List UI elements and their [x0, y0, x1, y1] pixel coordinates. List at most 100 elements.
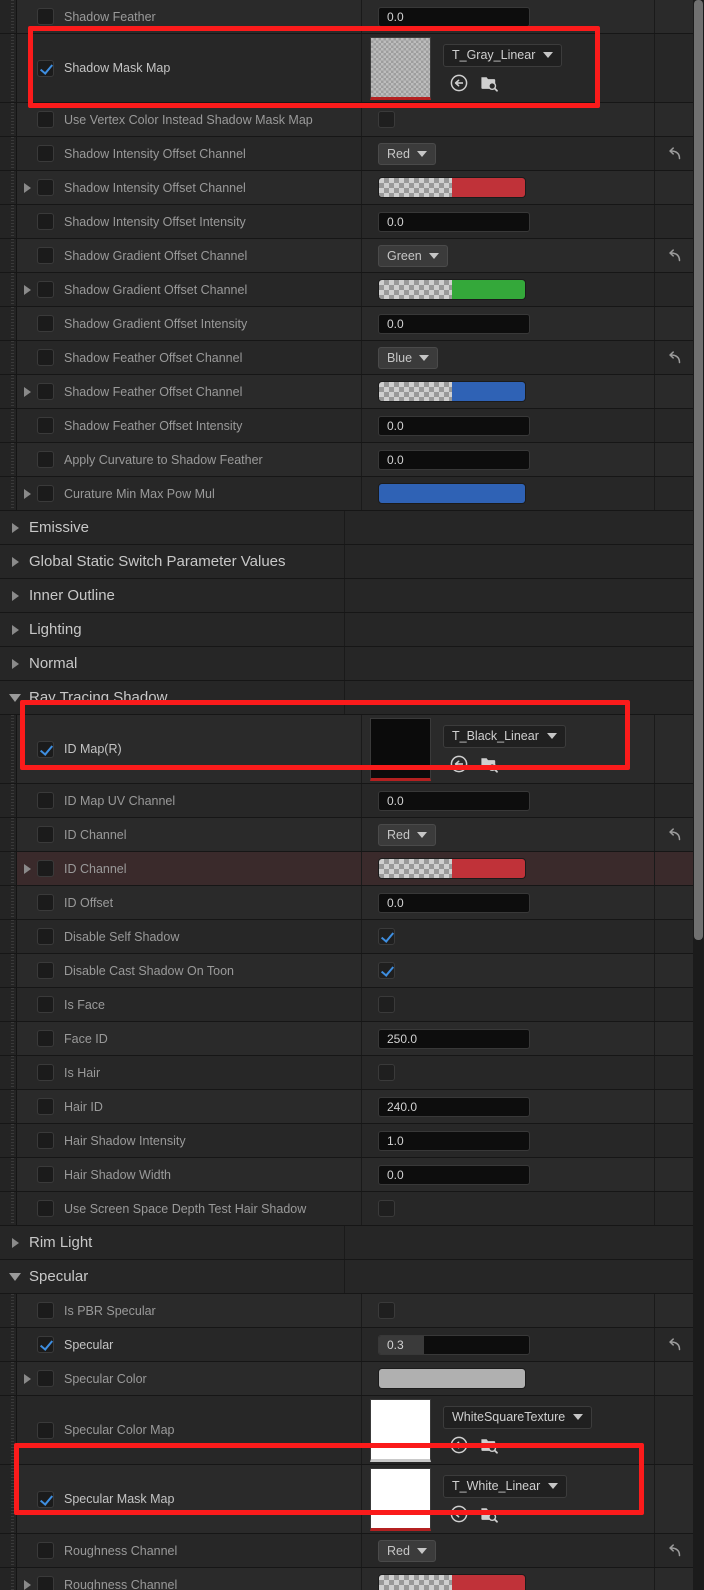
value-checkbox-is-hair[interactable] — [378, 1064, 395, 1081]
override-checkbox-roughness-channel-color[interactable] — [37, 1576, 54, 1590]
category-header-lighting[interactable]: Lighting — [0, 613, 693, 647]
value-checkbox-disable-self-shadow[interactable] — [378, 928, 395, 945]
override-checkbox-shadow-gradient-offset-intensity[interactable] — [37, 315, 54, 332]
row-expander-id-channel-color[interactable] — [17, 863, 37, 874]
reset-to-default-icon[interactable] — [665, 349, 683, 367]
texture-thumbnail-id-map-r[interactable] — [370, 717, 431, 781]
category-header-emissive[interactable]: Emissive — [0, 511, 693, 545]
number-field-specular-value[interactable]: 0.3 — [378, 1334, 530, 1355]
property-row-shadow-gradient-offset-channel-enum[interactable]: Shadow Gradient Offset Channel Green — [0, 239, 693, 273]
override-checkbox-hair-id[interactable] — [37, 1098, 54, 1115]
property-row-shadow-feather[interactable]: Shadow Feather 0.0 — [0, 0, 693, 34]
property-row-shadow-feather-offset-intensity[interactable]: Shadow Feather Offset Intensity 0.0 — [0, 409, 693, 443]
reset-to-default-icon[interactable] — [665, 145, 683, 163]
category-expander-lighting[interactable] — [5, 624, 25, 635]
number-field-id-map-uv-channel[interactable]: 0.0 — [378, 790, 530, 811]
texture-thumbnail-specular-color-map[interactable] — [370, 1398, 431, 1462]
override-checkbox-shadow-intensity-offset-intensity[interactable] — [37, 213, 54, 230]
override-checkbox-shadow-intensity-offset-channel-enum[interactable] — [37, 145, 54, 162]
property-row-is-pbr-specular[interactable]: Is PBR Specular — [0, 1294, 693, 1328]
asset-picker-specular-mask-map[interactable]: T_White_Linear — [443, 1474, 568, 1498]
override-checkbox-id-channel-color[interactable] — [37, 860, 54, 877]
override-checkbox-shadow-mask-map[interactable] — [37, 59, 54, 77]
value-checkbox-disable-cast-shadow-on-toon[interactable] — [378, 962, 395, 979]
color-swatch-specular-color[interactable] — [378, 1368, 526, 1389]
override-checkbox-shadow-feather[interactable] — [37, 8, 54, 25]
enum-dropdown-id-channel-enum[interactable]: Red — [378, 823, 436, 846]
color-swatch-shadow-gradient-offset-channel-color[interactable] — [378, 279, 526, 300]
reset-cell[interactable] — [655, 341, 693, 374]
reset-to-default-icon[interactable] — [665, 826, 683, 844]
number-field-shadow-feather-offset-intensity[interactable]: 0.0 — [378, 415, 530, 436]
row-expander-shadow-gradient-offset-channel-color[interactable] — [17, 284, 37, 295]
scrollbar-thumb[interactable] — [694, 0, 703, 940]
number-field-shadow-intensity-offset-intensity[interactable]: 0.0 — [378, 211, 530, 232]
property-row-id-channel-enum[interactable]: ID Channel Red — [0, 818, 693, 852]
property-row-shadow-intensity-offset-channel-color[interactable]: Shadow Intensity Offset Channel — [0, 171, 693, 205]
browse-to-asset-icon[interactable] — [449, 1435, 469, 1455]
property-row-hair-shadow-width[interactable]: Hair Shadow Width 0.0 — [0, 1158, 693, 1192]
value-checkbox-is-pbr-specular[interactable] — [378, 1302, 395, 1319]
property-row-roughness-channel-color[interactable]: Roughness Channel — [0, 1568, 693, 1590]
override-checkbox-id-map-r[interactable] — [37, 740, 54, 758]
override-checkbox-specular-color-map[interactable] — [37, 1421, 54, 1439]
value-checkbox-use-screen-space-depth-test-hair-shadow[interactable] — [378, 1200, 395, 1217]
category-header-specular[interactable]: Specular — [0, 1260, 693, 1294]
override-checkbox-roughness-channel-enum[interactable] — [37, 1542, 54, 1559]
category-expander-emissive[interactable] — [5, 522, 25, 533]
asset-picker-shadow-mask-map[interactable]: T_Gray_Linear — [443, 43, 563, 67]
override-checkbox-id-offset[interactable] — [37, 894, 54, 911]
override-checkbox-apply-curvature-to-shadow-feather[interactable] — [37, 451, 54, 468]
color-swatch-roughness-channel-color[interactable] — [378, 1574, 526, 1590]
category-header-inner-outline[interactable]: Inner Outline — [0, 579, 693, 613]
override-checkbox-disable-cast-shadow-on-toon[interactable] — [37, 962, 54, 979]
color-swatch-id-channel-color[interactable] — [378, 858, 526, 879]
override-checkbox-is-face[interactable] — [37, 996, 54, 1013]
asset-picker-id-map-r[interactable]: T_Black_Linear — [443, 724, 566, 748]
property-row-shadow-intensity-offset-channel-enum[interactable]: Shadow Intensity Offset Channel Red — [0, 137, 693, 171]
property-row-is-hair[interactable]: Is Hair — [0, 1056, 693, 1090]
number-field-hair-id[interactable]: 240.0 — [378, 1096, 530, 1117]
number-field-face-id[interactable]: 250.0 — [378, 1028, 530, 1049]
category-header-global-static-switch-parameter-values[interactable]: Global Static Switch Parameter Values — [0, 545, 693, 579]
reset-cell[interactable] — [655, 1328, 693, 1361]
override-checkbox-shadow-feather-offset-intensity[interactable] — [37, 417, 54, 434]
property-row-specular-color[interactable]: Specular Color — [0, 1362, 693, 1396]
asset-picker-specular-color-map[interactable]: WhiteSquareTexture — [443, 1405, 593, 1429]
property-row-hair-id[interactable]: Hair ID 240.0 — [0, 1090, 693, 1124]
enum-dropdown-shadow-gradient-offset-channel-enum[interactable]: Green — [378, 244, 448, 267]
property-row-use-screen-space-depth-test-hair-shadow[interactable]: Use Screen Space Depth Test Hair Shadow — [0, 1192, 693, 1226]
property-row-shadow-gradient-offset-intensity[interactable]: Shadow Gradient Offset Intensity 0.0 — [0, 307, 693, 341]
property-row-disable-self-shadow[interactable]: Disable Self Shadow — [0, 920, 693, 954]
override-checkbox-specular-color[interactable] — [37, 1370, 54, 1387]
enum-dropdown-shadow-feather-offset-channel-enum[interactable]: Blue — [378, 346, 439, 369]
reset-cell[interactable] — [655, 239, 693, 272]
property-row-roughness-channel-enum[interactable]: Roughness Channel Red — [0, 1534, 693, 1568]
row-expander-specular-color[interactable] — [17, 1373, 37, 1384]
find-in-content-browser-icon[interactable] — [479, 1435, 499, 1455]
property-row-shadow-gradient-offset-channel-color[interactable]: Shadow Gradient Offset Channel — [0, 273, 693, 307]
texture-thumbnail-shadow-mask-map[interactable] — [370, 36, 431, 100]
override-checkbox-hair-shadow-width[interactable] — [37, 1166, 54, 1183]
category-expander-normal[interactable] — [5, 658, 25, 669]
value-checkbox-use-vertex-color-instead-shadow-mask-map[interactable] — [378, 111, 395, 128]
override-checkbox-use-screen-space-depth-test-hair-shadow[interactable] — [37, 1200, 54, 1217]
property-row-id-channel-color[interactable]: ID Channel — [0, 852, 693, 886]
override-checkbox-hair-shadow-intensity[interactable] — [37, 1132, 54, 1149]
number-field-hair-shadow-intensity[interactable]: 1.0 — [378, 1130, 530, 1151]
number-field-hair-shadow-width[interactable]: 0.0 — [378, 1164, 530, 1185]
category-expander-ray-tracing-shadow[interactable] — [5, 693, 25, 702]
row-expander-shadow-intensity-offset-channel-color[interactable] — [17, 182, 37, 193]
enum-dropdown-roughness-channel-enum[interactable]: Red — [378, 1539, 436, 1562]
override-checkbox-use-vertex-color-instead-shadow-mask-map[interactable] — [37, 111, 54, 128]
row-expander-curature-min-max-pow-mul[interactable] — [17, 488, 37, 499]
color-swatch-shadow-intensity-offset-channel-color[interactable] — [378, 177, 526, 198]
reset-cell[interactable] — [655, 818, 693, 851]
enum-dropdown-shadow-intensity-offset-channel-enum[interactable]: Red — [378, 142, 436, 165]
property-row-curature-min-max-pow-mul[interactable]: Curature Min Max Pow Mul — [0, 477, 693, 511]
override-checkbox-is-hair[interactable] — [37, 1064, 54, 1081]
color-swatch-shadow-feather-offset-channel-color[interactable] — [378, 381, 526, 402]
property-rows-container[interactable]: Shadow Feather 0.0 Shadow Mask Map T_Gray_L… — [0, 0, 704, 1590]
browse-to-asset-icon[interactable] — [449, 73, 469, 93]
reset-cell[interactable] — [655, 137, 693, 170]
